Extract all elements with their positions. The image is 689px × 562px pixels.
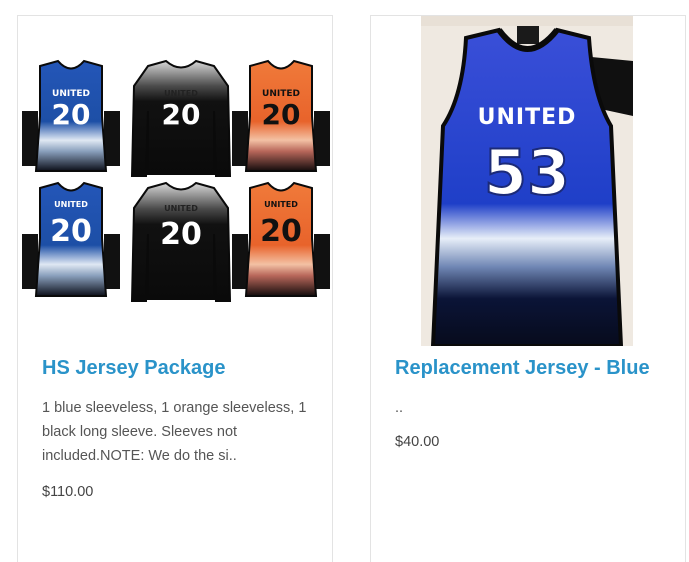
svg-text:20: 20 [262, 98, 301, 131]
svg-text:UNITED: UNITED [478, 105, 577, 130]
orange-sleeveless-jersey-top: UNITED 20 [232, 59, 330, 172]
orange-sleeveless-jersey-bottom: UNITED 20 [232, 181, 330, 297]
svg-text:UNITED: UNITED [164, 89, 198, 98]
svg-text:20: 20 [160, 217, 202, 252]
product-price: $110.00 [42, 484, 94, 500]
product-price: $40.00 [395, 434, 440, 450]
svg-text:UNITED: UNITED [264, 200, 298, 209]
black-long-sleeve-jersey-top: UNITED 20 [130, 59, 232, 177]
svg-text:UNITED: UNITED [164, 204, 198, 213]
svg-text:20: 20 [260, 214, 302, 249]
replacement-jersey-image: UNITED 53 [421, 16, 633, 346]
product-image[interactable]: UNITED 20 UNITED 20 UNITED 20 UNITED 20 … [18, 16, 332, 346]
product-card[interactable]: UNITED 53 Replacement Jersey - Blue .. $… [370, 15, 686, 562]
product-title[interactable]: Replacement Jersey - Blue [395, 357, 650, 380]
jersey-package-image: UNITED 20 UNITED 20 UNITED 20 UNITED 20 … [22, 59, 330, 302]
svg-text:20: 20 [52, 98, 91, 131]
product-description: 1 blue sleeveless, 1 orange sleeveless, … [42, 400, 307, 464]
product-card[interactable]: UNITED 20 UNITED 20 UNITED 20 UNITED 20 … [17, 15, 333, 562]
product-description: .. [395, 400, 404, 416]
svg-text:20: 20 [162, 98, 201, 131]
svg-text:20: 20 [50, 214, 92, 249]
replacement-jersey: UNITED 53 [430, 27, 624, 346]
blue-sleeveless-jersey-bottom: UNITED 20 [22, 181, 120, 297]
svg-text:UNITED: UNITED [54, 200, 88, 209]
blue-sleeveless-jersey-top: UNITED 20 [22, 59, 120, 172]
product-grid: UNITED 20 UNITED 20 UNITED 20 UNITED 20 … [0, 0, 689, 562]
svg-text:53: 53 [484, 136, 570, 209]
black-long-sleeve-jersey-bottom: UNITED 20 [130, 181, 232, 302]
product-title[interactable]: HS Jersey Package [42, 357, 225, 380]
product-image[interactable]: UNITED 53 [371, 16, 685, 346]
